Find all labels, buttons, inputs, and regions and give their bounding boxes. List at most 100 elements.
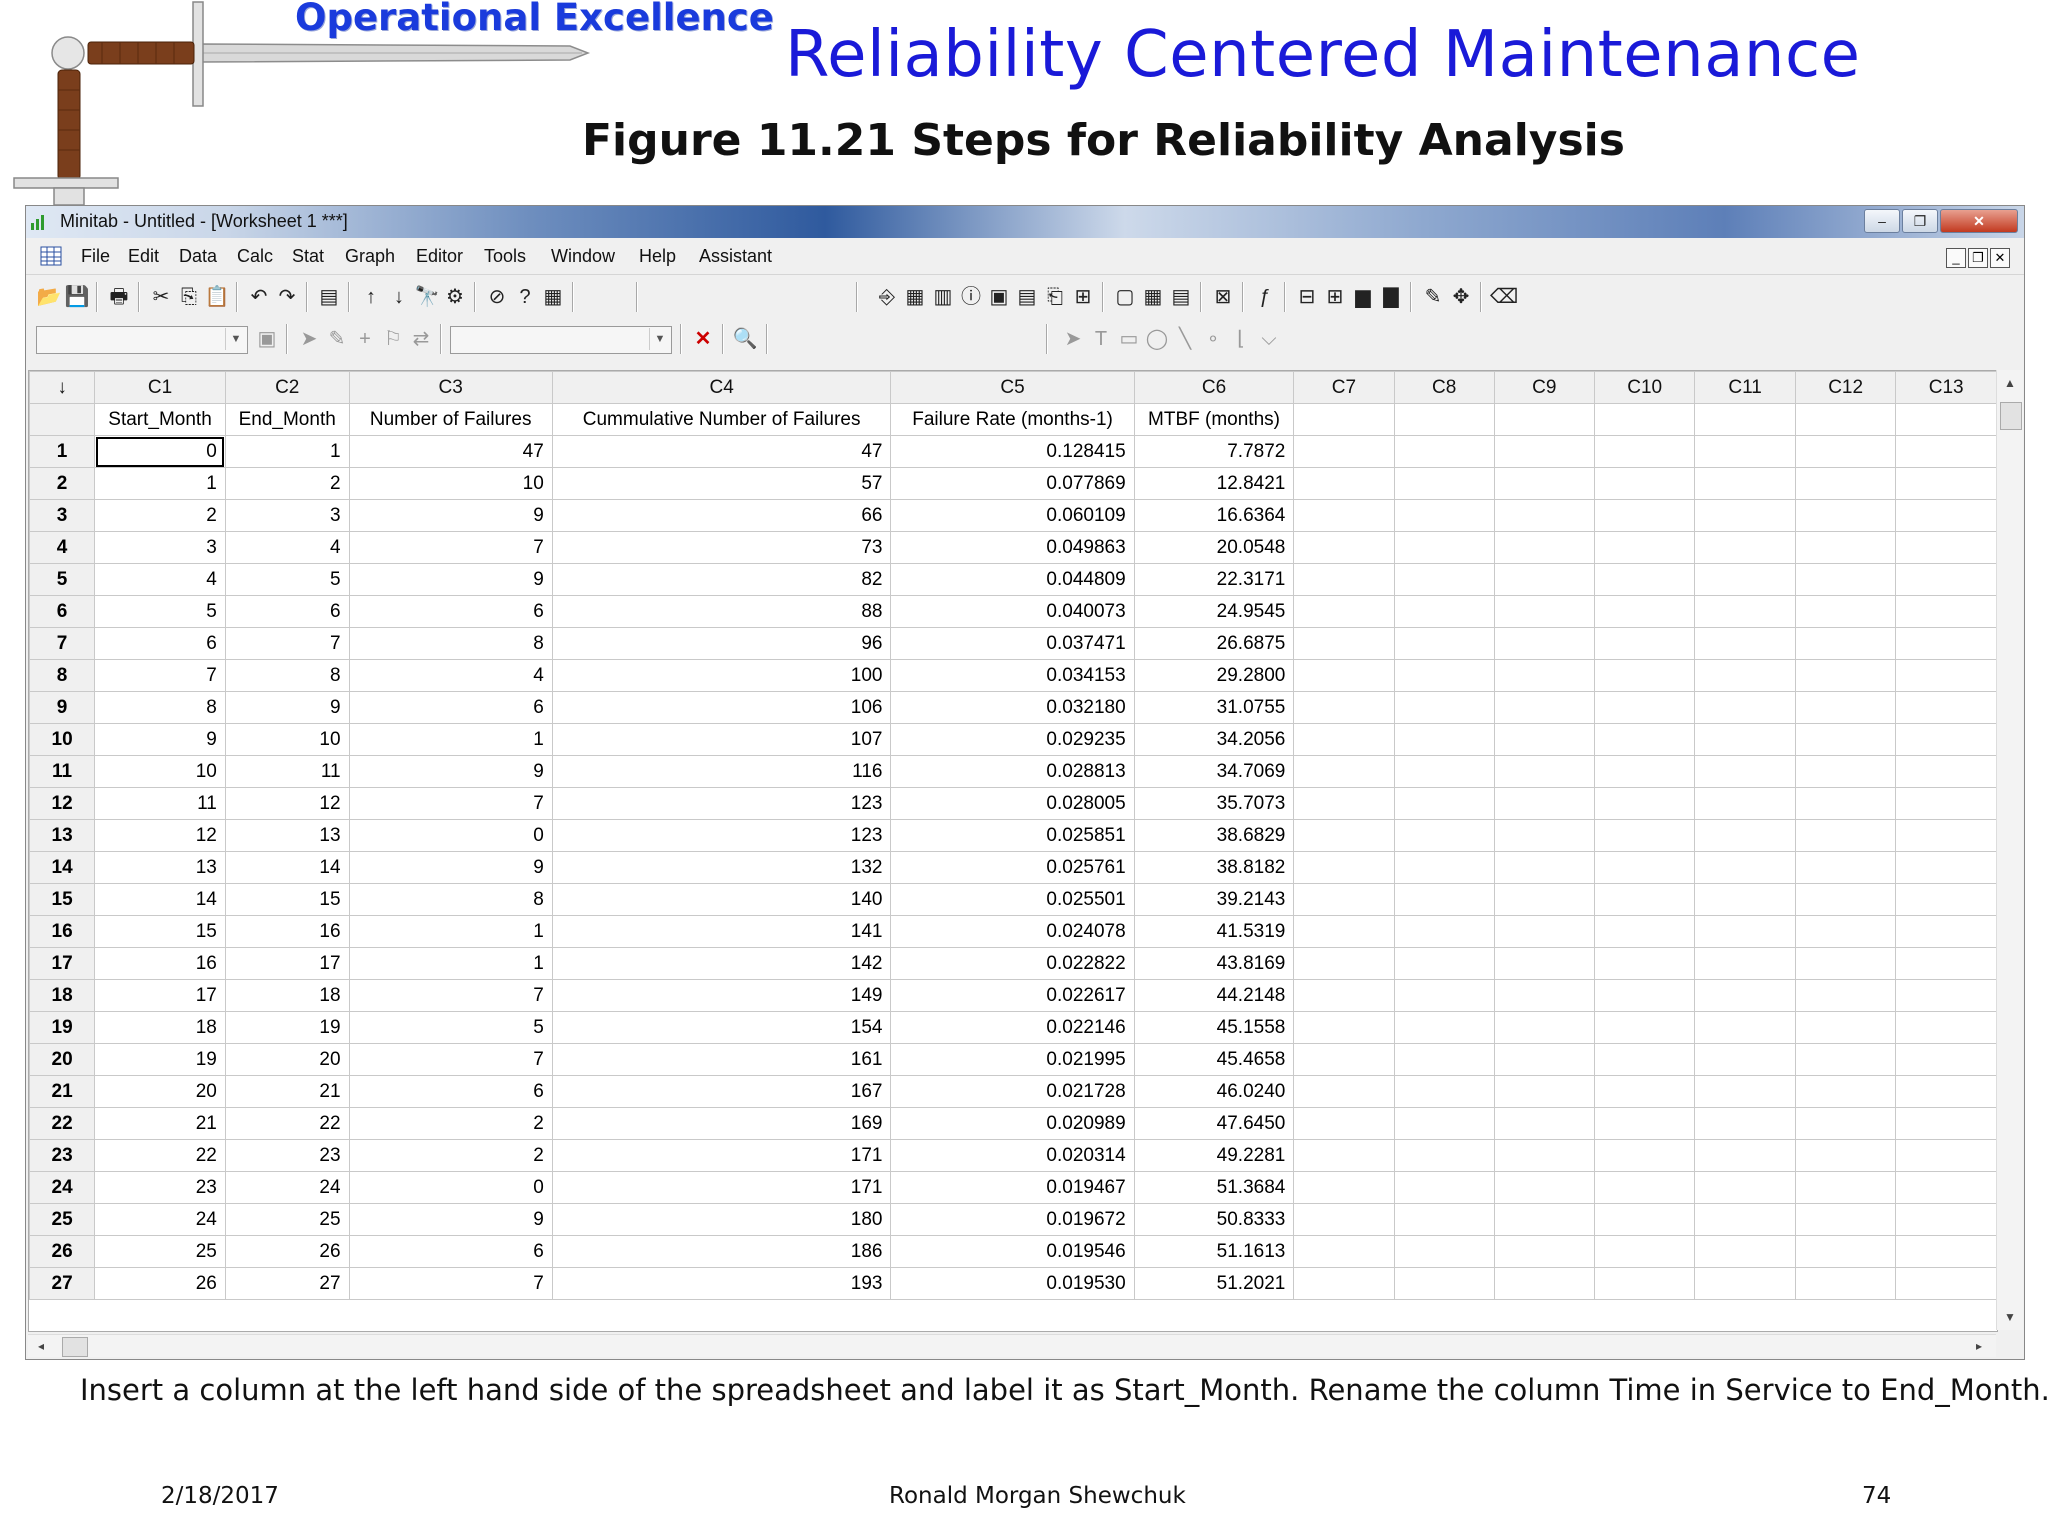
data-cell[interactable]: 39.2143 — [1133, 883, 1295, 916]
data-cell[interactable] — [1794, 915, 1897, 948]
data-cell[interactable] — [1895, 1267, 1997, 1300]
data-cell[interactable] — [1493, 819, 1595, 852]
mdi-close-button[interactable]: ✕ — [1990, 248, 2010, 268]
open-icon[interactable]: 📂 — [36, 284, 62, 310]
worksheet-icon[interactable] — [40, 246, 62, 266]
data-cell[interactable]: 2 — [348, 1107, 553, 1140]
row-header[interactable]: 20 — [29, 1043, 96, 1076]
data-cell[interactable] — [1593, 1203, 1696, 1236]
menu-stat[interactable]: Stat — [292, 246, 324, 267]
polygon-tool-icon[interactable]: ⌵ — [1256, 326, 1282, 352]
data-cell[interactable] — [1694, 1011, 1796, 1044]
data-cell[interactable] — [1895, 1203, 1997, 1236]
data-cell[interactable]: 4 — [348, 659, 553, 692]
data-cell[interactable]: 5 — [348, 1011, 553, 1044]
data-cell[interactable]: 2 — [348, 1139, 553, 1172]
data-cell[interactable] — [1694, 595, 1796, 628]
data-cell[interactable]: 31.0755 — [1133, 691, 1295, 724]
session-window-icon[interactable]: ⎆ — [874, 284, 900, 310]
data-cell[interactable] — [1393, 755, 1495, 788]
data-cell[interactable] — [1794, 1203, 1897, 1236]
data-cell[interactable]: 154 — [551, 1011, 892, 1044]
print-icon[interactable]: 🖶 — [106, 284, 132, 310]
row-header[interactable]: 8 — [29, 659, 96, 692]
data-cell[interactable] — [1493, 467, 1595, 500]
data-cell[interactable]: 49.2281 — [1133, 1139, 1295, 1172]
data-cell[interactable]: 7 — [94, 659, 226, 692]
data-cell[interactable] — [1794, 595, 1897, 628]
data-cell[interactable]: 3 — [94, 531, 226, 564]
data-cell[interactable] — [1393, 563, 1495, 596]
data-cell[interactable] — [1694, 627, 1796, 660]
mdi-minimize-button[interactable]: _ — [1946, 248, 1966, 268]
data-cell[interactable]: 132 — [551, 851, 892, 884]
data-cell[interactable]: 22 — [224, 1107, 350, 1140]
data-cell[interactable]: 106 — [551, 691, 892, 724]
column-name-cell[interactable]: End_Month — [224, 403, 350, 436]
data-cell[interactable]: 0.022146 — [890, 1011, 1135, 1044]
data-cell[interactable] — [1593, 723, 1696, 756]
data-cell[interactable] — [1393, 499, 1495, 532]
data-cell[interactable] — [1794, 947, 1897, 980]
data-cell[interactable]: 7 — [348, 531, 553, 564]
data-cell[interactable] — [1493, 1235, 1595, 1268]
data-cell[interactable]: 82 — [551, 563, 892, 596]
brush-icon[interactable]: ✎ — [324, 326, 350, 352]
data-cell[interactable]: 0.019467 — [890, 1171, 1135, 1204]
data-cell[interactable]: 0 — [348, 819, 553, 852]
data-cell[interactable]: 2 — [224, 467, 350, 500]
data-cell[interactable] — [1895, 947, 1997, 980]
row-header[interactable]: 15 — [29, 883, 96, 916]
column-name-cell[interactable]: Start_Month — [94, 403, 226, 436]
zoom-icon[interactable]: 🔍 — [732, 326, 758, 352]
row-header[interactable]: 5 — [29, 563, 96, 596]
data-cell[interactable]: 0.022822 — [890, 947, 1135, 980]
data-cell[interactable]: 9 — [348, 755, 553, 788]
data-cell[interactable] — [1794, 627, 1897, 660]
data-cell[interactable]: 41.5319 — [1133, 915, 1295, 948]
data-cell[interactable]: 44.2148 — [1133, 979, 1295, 1012]
data-cell[interactable] — [1794, 1075, 1897, 1108]
column-header[interactable]: C4 — [551, 371, 892, 404]
undo-icon[interactable]: ↶ — [246, 284, 272, 310]
row-header[interactable]: 22 — [29, 1107, 96, 1140]
data-cell[interactable] — [1794, 659, 1897, 692]
data-cell[interactable] — [1794, 851, 1897, 884]
data-cell[interactable] — [1694, 755, 1796, 788]
data-cell[interactable] — [1493, 531, 1595, 564]
data-cell[interactable]: 0.019546 — [890, 1235, 1135, 1268]
data-cell[interactable]: 0.028813 — [890, 755, 1135, 788]
column-name-cell[interactable]: Number of Failures — [348, 403, 553, 436]
data-cell[interactable] — [1794, 435, 1897, 468]
column-header[interactable]: C10 — [1593, 371, 1696, 404]
data-cell[interactable]: 24.9545 — [1133, 595, 1295, 628]
text-tool-icon[interactable]: T — [1088, 326, 1114, 352]
data-cell[interactable] — [1393, 819, 1495, 852]
data-cell[interactable]: 47 — [551, 435, 892, 468]
data-cell[interactable]: 45.1558 — [1133, 1011, 1295, 1044]
data-cell[interactable]: 35.7073 — [1133, 787, 1295, 820]
data-cell[interactable] — [1794, 1043, 1897, 1076]
menu-window[interactable]: Window — [551, 246, 615, 267]
data-cell[interactable] — [1593, 979, 1696, 1012]
data-cell[interactable]: 0.020989 — [890, 1107, 1135, 1140]
data-cell[interactable] — [1895, 1171, 1997, 1204]
data-cell[interactable] — [1794, 531, 1897, 564]
design-icon[interactable]: ⊞ — [1070, 284, 1096, 310]
data-cell[interactable] — [1895, 467, 1997, 500]
edit-last-dialog-icon[interactable]: ▤ — [316, 284, 342, 310]
data-cell[interactable] — [1493, 1139, 1595, 1172]
data-cell[interactable] — [1593, 883, 1696, 916]
data-cell[interactable]: 16.6364 — [1133, 499, 1295, 532]
data-cell[interactable] — [1293, 531, 1395, 564]
data-cell[interactable] — [1593, 1267, 1696, 1300]
arrow-tool-icon[interactable]: ➤ — [1060, 326, 1086, 352]
data-cell[interactable] — [1593, 1075, 1696, 1108]
data-cell[interactable] — [1794, 499, 1897, 532]
data-cell[interactable] — [1493, 1107, 1595, 1140]
data-cell[interactable] — [1593, 1011, 1696, 1044]
data-cell[interactable] — [1895, 915, 1997, 948]
data-cell[interactable] — [1593, 1235, 1696, 1268]
data-cell[interactable] — [1794, 691, 1897, 724]
report-pad-icon[interactable]: ▤ — [1014, 284, 1040, 310]
